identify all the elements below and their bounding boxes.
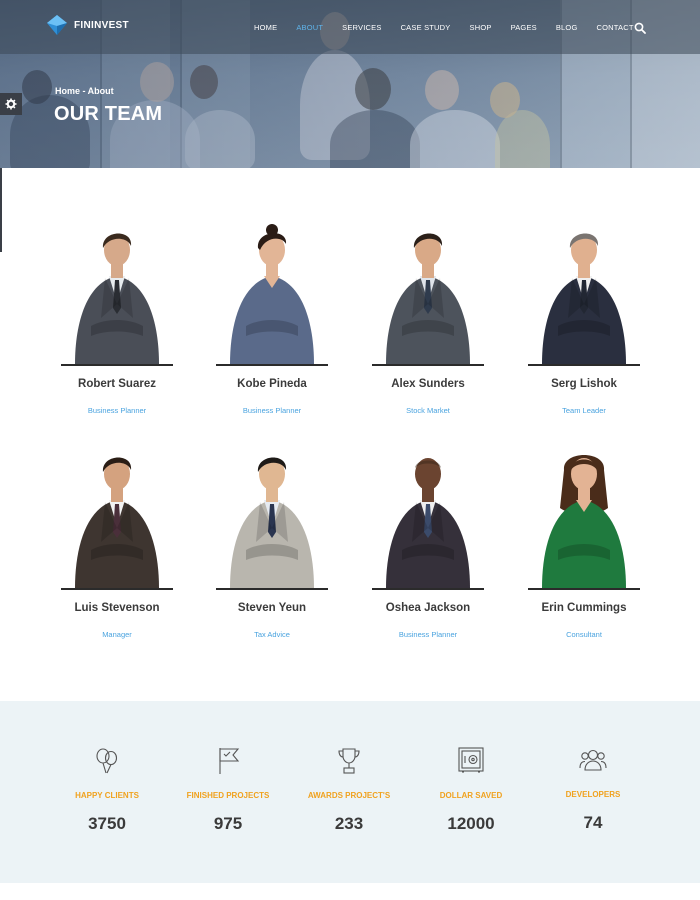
- nav-about[interactable]: ABOUT: [296, 23, 323, 32]
- stat-label: AWARDS PROJECT'S: [307, 791, 391, 800]
- stat-value: 74: [583, 813, 603, 832]
- member-name[interactable]: Oshea Jackson: [372, 602, 484, 614]
- portrait-illustration: [230, 224, 314, 364]
- side-panel-edge: [0, 168, 2, 252]
- portrait-illustration: [386, 233, 470, 364]
- team-member-card[interactable]: Serg Lishok Team Leader: [528, 222, 640, 415]
- member-photo: [216, 446, 328, 590]
- member-photo: [372, 446, 484, 590]
- stat-developers: DEVELOPERS 74: [533, 744, 653, 833]
- photo-baseline: [216, 588, 328, 590]
- stat-awards-projects: AWARDS PROJECT'S 233: [289, 745, 409, 834]
- member-role: Consultant: [566, 630, 602, 639]
- member-photo: [528, 446, 640, 590]
- member-name[interactable]: Steven Yeun: [216, 602, 328, 614]
- member-name[interactable]: Kobe Pineda: [216, 378, 328, 390]
- portrait-illustration: [542, 455, 626, 588]
- trophy-icon: [334, 745, 364, 775]
- page-hero: FININVEST HOME ABOUT SERVICES CASE STUDY…: [0, 0, 700, 168]
- member-role: Stock Market: [406, 406, 450, 415]
- member-photo: [372, 222, 484, 366]
- nav-services[interactable]: SERVICES: [342, 23, 381, 32]
- brand-logo[interactable]: FININVEST: [46, 14, 129, 36]
- logo-icon: [46, 14, 68, 36]
- member-name[interactable]: Alex Sunders: [372, 378, 484, 390]
- portrait-illustration: [75, 457, 159, 588]
- team-member-card[interactable]: Luis Stevenson Manager: [61, 446, 173, 639]
- photo-baseline: [372, 364, 484, 366]
- stat-label: DOLLAR SAVED: [439, 791, 503, 800]
- photo-baseline: [528, 588, 640, 590]
- member-role: Business Planner: [242, 406, 302, 415]
- member-photo: [216, 222, 328, 366]
- member-photo: [61, 222, 173, 366]
- stat-dollar-saved: DOLLAR SAVED 12000: [411, 745, 531, 834]
- photo-baseline: [216, 364, 328, 366]
- member-role: Tax Advice: [254, 630, 290, 639]
- settings-toggle-button[interactable]: [0, 93, 22, 115]
- brand-name: FININVEST: [74, 19, 129, 31]
- team-member-card[interactable]: Steven Yeun Tax Advice: [216, 446, 328, 639]
- top-navbar: FININVEST HOME ABOUT SERVICES CASE STUDY…: [0, 0, 700, 54]
- stats-section: HAPPY CLIENTS 3750 FINISHED PROJECTS 975…: [0, 701, 700, 883]
- member-role: Business Planner: [398, 630, 458, 639]
- gear-icon: [5, 98, 17, 110]
- stat-label: DEVELOPERS: [565, 790, 621, 799]
- team-member-card[interactable]: Kobe Pineda Business Planner: [216, 222, 328, 415]
- nav-home[interactable]: HOME: [254, 23, 277, 32]
- member-role: Business Planner: [87, 406, 147, 415]
- member-role: Manager: [102, 630, 132, 639]
- nav-contact[interactable]: CONTACT: [597, 23, 634, 32]
- safe-icon: [456, 745, 486, 775]
- portrait-illustration: [230, 457, 314, 588]
- photo-baseline: [61, 364, 173, 366]
- photo-baseline: [61, 588, 173, 590]
- main-nav: HOME ABOUT SERVICES CASE STUDY SHOP PAGE…: [254, 23, 634, 32]
- team-member-card[interactable]: Robert Suarez Business Planner: [61, 222, 173, 415]
- member-name[interactable]: Luis Stevenson: [61, 602, 173, 614]
- portrait-illustration: [386, 458, 470, 588]
- nav-blog[interactable]: BLOG: [556, 23, 578, 32]
- stat-finished-projects: FINISHED PROJECTS 975: [168, 745, 288, 834]
- stat-label: HAPPY CLIENTS: [75, 791, 139, 800]
- nav-shop[interactable]: SHOP: [470, 23, 492, 32]
- photo-baseline: [372, 588, 484, 590]
- balloons-icon: [92, 745, 122, 775]
- portrait-illustration: [542, 233, 626, 364]
- team-member-card[interactable]: Alex Sunders Stock Market: [372, 222, 484, 415]
- member-name[interactable]: Robert Suarez: [61, 378, 173, 390]
- nav-pages[interactable]: PAGES: [511, 23, 537, 32]
- stat-value: 233: [334, 814, 364, 833]
- breadcrumb[interactable]: Home - About: [55, 86, 114, 96]
- stat-label: FINISHED PROJECTS: [186, 791, 270, 800]
- member-name[interactable]: Serg Lishok: [528, 378, 640, 390]
- member-photo: [528, 222, 640, 366]
- member-role: Team Leader: [562, 406, 606, 415]
- team-member-card[interactable]: Oshea Jackson Business Planner: [372, 446, 484, 639]
- stat-value: 3750: [88, 814, 126, 833]
- team-icon: [578, 744, 608, 774]
- stat-happy-clients: HAPPY CLIENTS 3750: [47, 745, 167, 834]
- stat-value: 975: [213, 814, 243, 833]
- member-name[interactable]: Erin Cummings: [528, 602, 640, 614]
- team-member-card[interactable]: Erin Cummings Consultant: [528, 446, 640, 639]
- search-icon[interactable]: [634, 21, 646, 34]
- member-photo: [61, 446, 173, 590]
- flag-icon: [213, 745, 243, 775]
- portrait-illustration: [75, 233, 159, 364]
- photo-baseline: [528, 364, 640, 366]
- page-title: OUR TEAM: [54, 103, 163, 125]
- stat-value: 12000: [447, 814, 495, 833]
- nav-case-study[interactable]: CASE STUDY: [401, 23, 451, 32]
